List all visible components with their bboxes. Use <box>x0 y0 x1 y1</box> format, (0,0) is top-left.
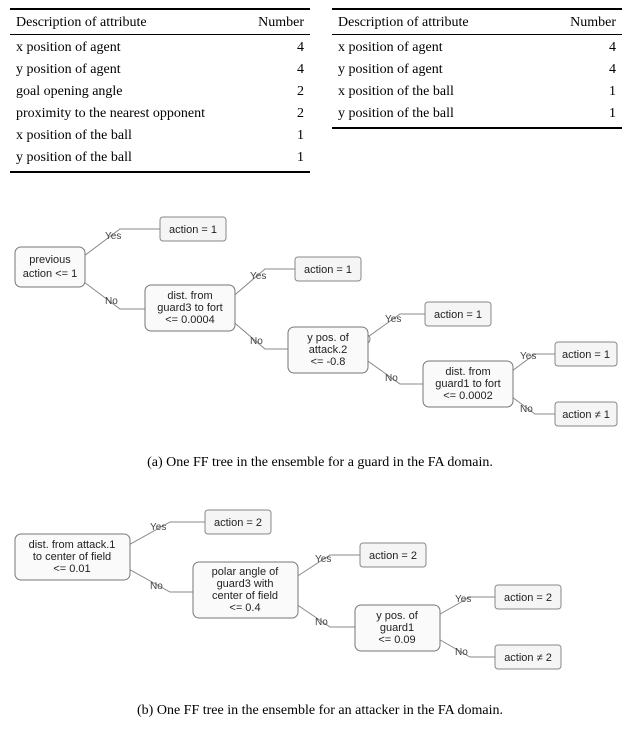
table-row: x position of the ball1 <box>332 81 622 103</box>
svg-text:guard3 with: guard3 with <box>217 578 274 590</box>
figure-a: Yes No Yes No Yes No Yes No previous act… <box>10 199 630 471</box>
table-header: Description of attribute Number <box>332 12 622 35</box>
svg-text:to center of field: to center of field <box>33 551 111 563</box>
figure-b: Yes No Yes No Yes No dist. from attack.1… <box>10 497 630 719</box>
svg-text:action <= 1: action <= 1 <box>23 268 77 280</box>
tree-a-leaf-0yes: action = 1 <box>160 217 226 241</box>
svg-text:action = 1: action = 1 <box>304 264 352 276</box>
svg-text:Yes: Yes <box>315 554 331 565</box>
col-desc: Description of attribute <box>332 12 538 35</box>
tree-a-leaf-3no: action ≠ 1 <box>555 402 617 426</box>
svg-text:guard1 to fort: guard1 to fort <box>435 378 500 390</box>
svg-text:<= -0.8: <= -0.8 <box>311 356 346 368</box>
svg-text:polar angle of: polar angle of <box>212 566 280 578</box>
svg-text:y pos. of: y pos. of <box>307 332 350 344</box>
svg-text:action ≠ 2: action ≠ 2 <box>504 652 552 664</box>
tree-a-leaf-1yes: action = 1 <box>295 257 361 281</box>
svg-text:dist. from: dist. from <box>445 366 490 378</box>
tree-a-node-2: y pos. of attack.2 <= -0.8 <box>288 327 368 373</box>
svg-text:y pos. of: y pos. of <box>376 610 419 622</box>
svg-text:No: No <box>150 581 163 592</box>
svg-text:action ≠ 1: action ≠ 1 <box>562 409 610 421</box>
table-row: y position of the ball1 <box>332 103 622 125</box>
col-num: Number <box>538 12 622 35</box>
tree-b-svg: Yes No Yes No Yes No dist. from attack.1… <box>10 497 620 697</box>
svg-text:Yes: Yes <box>385 314 401 325</box>
table-header: Description of attribute Number <box>10 12 310 35</box>
table-row: x position of agent4 <box>332 37 622 59</box>
svg-text:No: No <box>385 373 398 384</box>
svg-text:guard3 to fort: guard3 to fort <box>157 302 222 314</box>
svg-text:action = 1: action = 1 <box>562 349 610 361</box>
figure-a-caption: (a) One FF tree in the ensemble for a gu… <box>10 455 630 471</box>
svg-text:action = 1: action = 1 <box>169 224 217 236</box>
svg-text:action = 2: action = 2 <box>504 592 552 604</box>
tree-b-node-0: dist. from attack.1 to center of field <… <box>15 534 130 580</box>
svg-text:action = 1: action = 1 <box>434 309 482 321</box>
tree-a-node-0: previous action <= 1 <box>15 247 85 287</box>
table-row: y position of the ball1 <box>10 147 310 169</box>
table-row: x position of the ball1 <box>10 125 310 147</box>
svg-text:attack.2: attack.2 <box>309 344 348 356</box>
svg-text:No: No <box>520 404 533 415</box>
svg-text:<= 0.0002: <= 0.0002 <box>443 390 493 402</box>
svg-text:action = 2: action = 2 <box>214 517 262 529</box>
svg-text:<= 0.01: <= 0.01 <box>53 563 90 575</box>
attribute-table-left: Description of attribute Number x positi… <box>10 8 310 173</box>
svg-text:No: No <box>315 617 328 628</box>
svg-text:Yes: Yes <box>455 594 471 605</box>
svg-text:Yes: Yes <box>520 351 536 362</box>
svg-text:action = 2: action = 2 <box>369 550 417 562</box>
tree-a-svg: Yes No Yes No Yes No Yes No previous act… <box>10 199 620 449</box>
tree-b-node-2: y pos. of guard1 <= 0.09 <box>355 605 440 651</box>
table-row: y position of agent4 <box>10 59 310 81</box>
svg-text:center of field: center of field <box>212 590 278 602</box>
svg-text:guard1: guard1 <box>380 622 414 634</box>
tree-b-node-1: polar angle of guard3 with center of fie… <box>193 562 298 618</box>
tree-b-leaf-0yes: action = 2 <box>205 510 271 534</box>
svg-text:previous: previous <box>29 254 71 266</box>
col-desc: Description of attribute <box>10 12 243 35</box>
svg-text:No: No <box>105 296 118 307</box>
tree-b-leaf-2yes: action = 2 <box>495 585 561 609</box>
figure-b-caption: (b) One FF tree in the ensemble for an a… <box>10 703 630 719</box>
table-row: goal opening angle2 <box>10 81 310 103</box>
tables-row: Description of attribute Number x positi… <box>10 8 630 173</box>
svg-text:No: No <box>250 336 263 347</box>
svg-text:Yes: Yes <box>105 231 121 242</box>
table-row: x position of agent4 <box>10 37 310 59</box>
tree-a-node-3: dist. from guard1 to fort <= 0.0002 <box>423 361 513 407</box>
attribute-table-right: Description of attribute Number x positi… <box>332 8 622 129</box>
tree-b-leaf-2no: action ≠ 2 <box>495 645 561 669</box>
tree-a-node-1: dist. from guard3 to fort <= 0.0004 <box>145 285 235 331</box>
tree-a-leaf-2yes: action = 1 <box>425 302 491 326</box>
svg-text:<= 0.4: <= 0.4 <box>229 602 260 614</box>
svg-text:dist. from: dist. from <box>167 290 212 302</box>
table-row: proximity to the nearest opponent2 <box>10 103 310 125</box>
svg-text:No: No <box>455 647 468 658</box>
svg-text:<= 0.09: <= 0.09 <box>378 634 415 646</box>
tree-a-leaf-3yes: action = 1 <box>555 342 617 366</box>
svg-text:Yes: Yes <box>150 522 166 533</box>
tree-b-leaf-1yes: action = 2 <box>360 543 426 567</box>
svg-text:<= 0.0004: <= 0.0004 <box>165 314 215 326</box>
col-num: Number <box>243 12 310 35</box>
svg-text:Yes: Yes <box>250 271 266 282</box>
svg-text:dist. from attack.1: dist. from attack.1 <box>29 539 116 551</box>
table-row: y position of agent4 <box>332 59 622 81</box>
